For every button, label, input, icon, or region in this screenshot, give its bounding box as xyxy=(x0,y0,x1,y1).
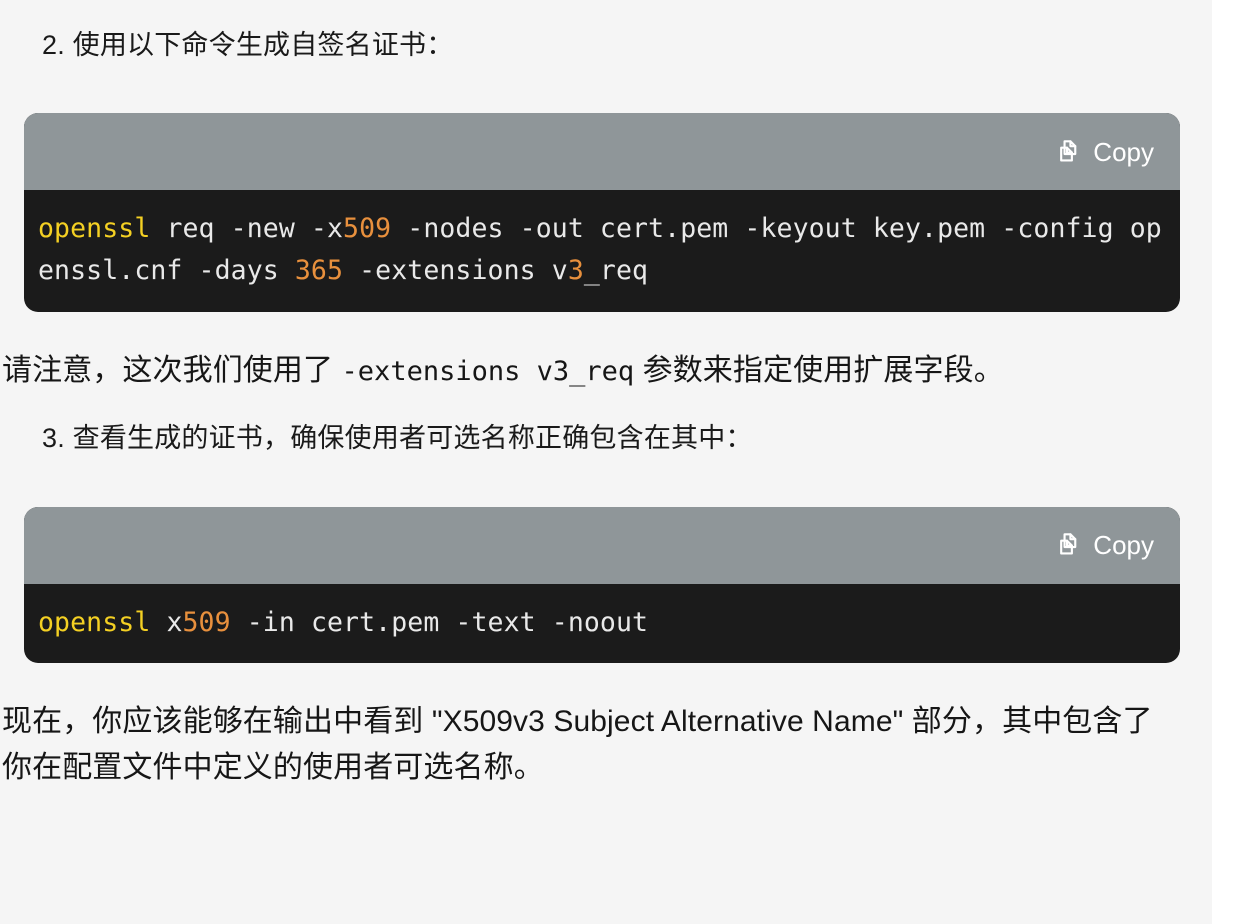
document-content: 2. 使用以下命令生成自签名证书： Copy openssl req -new … xyxy=(0,0,1212,791)
code-token: _req xyxy=(583,255,649,286)
code-block-1: Copy openssl req -new -x509 -nodes -out … xyxy=(24,113,1180,312)
copy-icon xyxy=(1055,138,1082,166)
code-token: -extensions v xyxy=(343,255,568,286)
copy-button-1[interactable]: Copy xyxy=(1053,134,1156,170)
paragraph-note-after: 参数来指定使用扩展字段。 xyxy=(634,353,1004,387)
copy-button-2[interactable]: Copy xyxy=(1053,527,1156,563)
paragraph-note: 请注意，这次我们使用了 -extensions v3_req 参数来指定使用扩展… xyxy=(0,348,1212,394)
code-block-1-body[interactable]: openssl req -new -x509 -nodes -out cert.… xyxy=(24,190,1180,312)
code-token: req -new -x xyxy=(150,213,344,245)
paragraph-closing: 现在，你应该能够在输出中看到 "X509v3 Subject Alternati… xyxy=(2,705,1153,785)
copy-icon xyxy=(1055,531,1082,559)
top-spacer xyxy=(0,0,1212,26)
code-block-2-body[interactable]: openssl x509 -in cert.pem -text -noout xyxy=(24,584,1180,664)
list-item-step-2: 2. 使用以下命令生成自签名证书： xyxy=(42,30,454,60)
code-token: 509 xyxy=(343,213,392,245)
code-token: 365 xyxy=(294,255,344,286)
gap-before-code-1 xyxy=(0,65,1212,113)
code-token: 509 xyxy=(182,606,231,638)
code-token: 3 xyxy=(567,255,584,286)
page-container: 2. 使用以下命令生成自签名证书： Copy openssl req -new … xyxy=(0,0,1212,924)
gap-before-code-2 xyxy=(0,459,1212,507)
code-token: x xyxy=(150,606,183,638)
list-item-step-3: 3. 查看生成的证书，确保使用者可选名称正确包含在其中： xyxy=(42,423,753,454)
paragraph-note-before: 请注意，这次我们使用了 xyxy=(2,353,342,387)
gap-after-code-1 xyxy=(0,312,1212,348)
code-token: openssl xyxy=(38,606,151,638)
copy-button-1-label: Copy xyxy=(1093,136,1154,167)
code-token: openssl xyxy=(38,213,151,245)
code-block-2: Copy openssl x509 -in cert.pem -text -no… xyxy=(24,506,1180,664)
code-token: -in cert.pem -text -noout xyxy=(230,606,649,638)
inline-code-extensions: -extensions v3_req xyxy=(341,355,635,387)
gap-before-step-3 xyxy=(0,393,1212,419)
code-block-2-header: Copy xyxy=(24,506,1180,584)
gap-after-code-2 xyxy=(0,663,1212,699)
copy-button-2-label: Copy xyxy=(1093,530,1154,561)
code-block-1-header: Copy xyxy=(24,113,1180,191)
